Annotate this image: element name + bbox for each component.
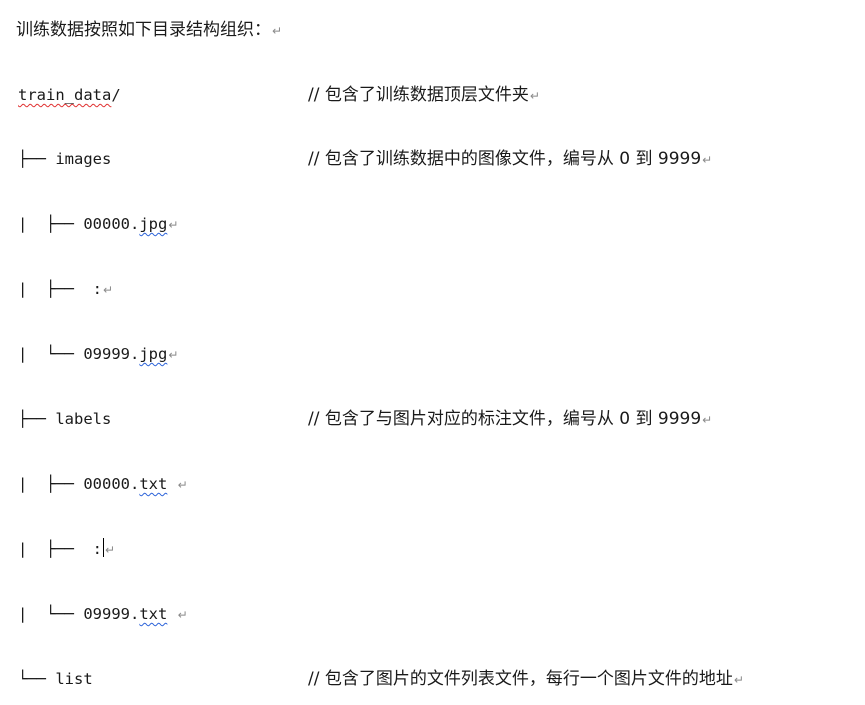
tree-line: └── list: [18, 664, 93, 694]
tree-row-list: └── list // 包含了图片的文件列表文件，每行一个图片文件的地址↵: [0, 664, 865, 694]
tree-row-label-ellipsis: | ├── : ↵: [0, 534, 865, 564]
file-extension: txt: [139, 475, 168, 493]
comment: // 包含了图片的文件列表文件，每行一个图片文件的地址↵: [308, 664, 744, 695]
paragraph-mark-icon: ↵: [702, 153, 713, 167]
paragraph-mark-icon: ↵: [702, 413, 713, 427]
text-caret: [103, 538, 104, 557]
tree-prefix: ├──: [18, 410, 56, 428]
paragraph-mark-icon: ↵: [168, 218, 179, 232]
intro-text: 训练数据按照如下目录结构组织：: [16, 20, 271, 40]
tree-row-image-last: | └── 09999.jpg↵: [0, 339, 865, 369]
tree-row-image-ellipsis: | ├── :↵: [0, 274, 865, 304]
tree-prefix: | └── 09999.: [18, 605, 140, 623]
tree-line: | └── 09999.txt ↵: [18, 599, 188, 630]
tree-row-label-last: | └── 09999.txt ↵: [0, 599, 865, 629]
tree-prefix: | ├── 00000.: [18, 475, 140, 493]
folder-name: train_data: [18, 86, 112, 104]
tree-row-label-first: | ├── 00000.txt ↵: [0, 469, 865, 499]
folder-name: images: [55, 150, 112, 168]
tree-prefix: | ├── 00000.: [18, 215, 140, 233]
comment: // 包含了训练数据顶层文件夹↵: [308, 80, 540, 111]
paragraph-mark-icon: ↵: [529, 89, 540, 103]
tree-line: | ├── 00000.txt ↵: [18, 469, 188, 500]
comment-text: // 包含了训练数据顶层文件夹: [308, 85, 529, 105]
tree-row-labels: ├── labels // 包含了与图片对应的标注文件，编号从 0 到 9999…: [0, 404, 865, 434]
trailing-space: [167, 605, 176, 623]
comment-text: // 包含了图片的文件列表文件，每行一个图片文件的地址: [308, 669, 733, 689]
tree-row-train-data: train_data/ // 包含了训练数据顶层文件夹↵: [0, 80, 865, 110]
tree-prefix: ├──: [18, 150, 56, 168]
tree-line: | ├── :↵: [18, 274, 113, 305]
comment: // 包含了与图片对应的标注文件，编号从 0 到 9999↵: [308, 404, 712, 435]
paragraph-mark-icon: ↵: [103, 283, 114, 297]
file-extension: txt: [139, 605, 168, 623]
paragraph-mark-icon: ↵: [168, 348, 179, 362]
tree-line: | ├── 00000.jpg↵: [18, 209, 178, 240]
tree-prefix: | ├── :: [18, 280, 102, 298]
tree-prefix: | ├── :: [18, 540, 102, 558]
tree-prefix: └──: [18, 670, 56, 688]
comment: // 包含了训练数据中的图像文件，编号从 0 到 9999↵: [308, 144, 712, 175]
tree-row-image-first: | ├── 00000.jpg↵: [0, 209, 865, 239]
file-name: list: [55, 670, 93, 688]
intro-paragraph: 训练数据按照如下目录结构组织：↵: [16, 18, 282, 43]
tree-line: | └── 09999.jpg↵: [18, 339, 178, 370]
tree-line: train_data/: [18, 80, 121, 110]
folder-name: labels: [55, 410, 112, 428]
comment-text: // 包含了训练数据中的图像文件，编号从 0 到 9999: [308, 149, 702, 169]
tree-line: ├── images: [18, 144, 111, 174]
paragraph-mark-icon: ↵: [105, 543, 116, 557]
paragraph-mark-icon: ↵: [177, 478, 188, 492]
file-extension: jpg: [139, 345, 168, 363]
document-page: 训练数据按照如下目录结构组织：↵ train_data/ // 包含了训练数据顶…: [0, 0, 865, 705]
paragraph-mark-icon: ↵: [733, 673, 744, 687]
tree-line: ├── labels: [18, 404, 111, 434]
tree-line: | ├── :↵: [18, 534, 115, 565]
paragraph-mark-icon: ↵: [272, 24, 283, 38]
trailing-space: [167, 475, 176, 493]
paragraph-mark-icon: ↵: [177, 608, 188, 622]
tree-row-images: ├── images // 包含了训练数据中的图像文件，编号从 0 到 9999…: [0, 144, 865, 174]
file-extension: jpg: [139, 215, 168, 233]
path-separator: /: [111, 86, 121, 104]
comment-text: // 包含了与图片对应的标注文件，编号从 0 到 9999: [308, 409, 702, 429]
tree-prefix: | └── 09999.: [18, 345, 140, 363]
